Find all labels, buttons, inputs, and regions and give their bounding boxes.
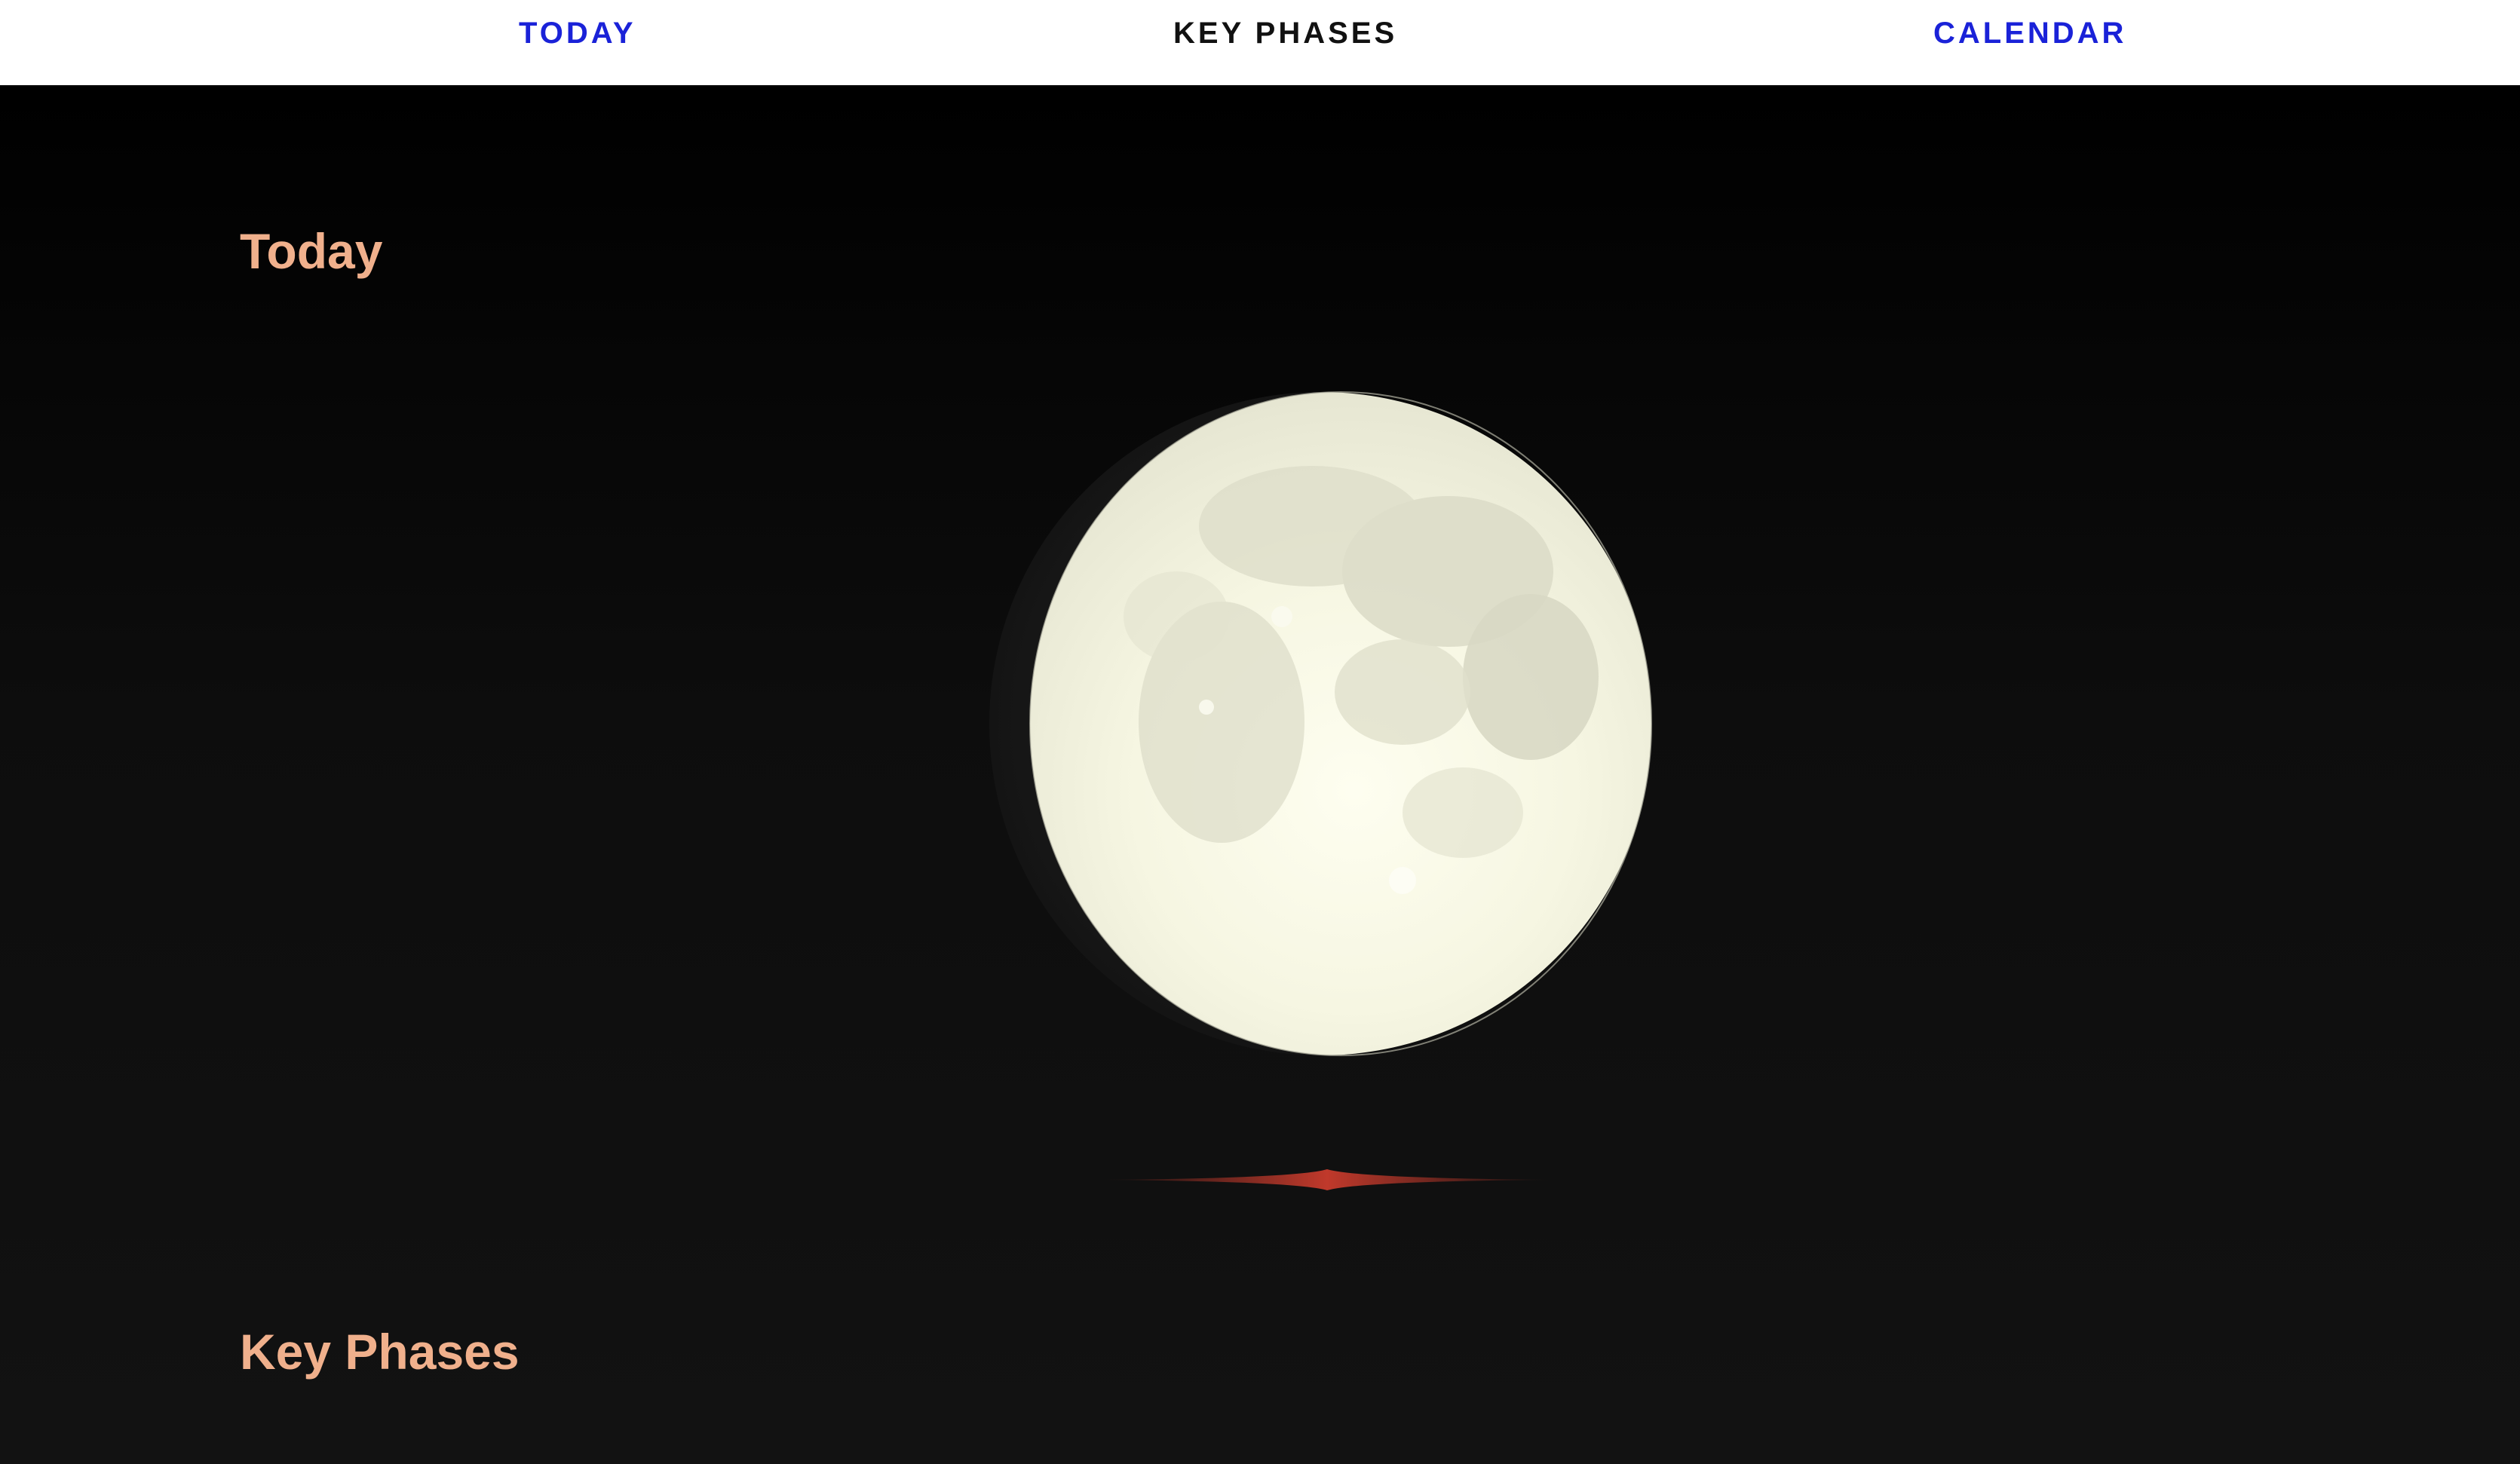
diamond-divider-icon bbox=[1101, 1169, 1553, 1190]
moon-stage: Today Key Phases bbox=[0, 85, 2520, 1464]
diamond-divider bbox=[1101, 1157, 1553, 1202]
nav-calendar-link[interactable]: CALENDAR bbox=[1933, 15, 2126, 51]
moon-image bbox=[980, 391, 1659, 1069]
moon-phase-icon bbox=[989, 391, 1653, 1056]
key-phases-heading: Key Phases bbox=[240, 1324, 520, 1380]
nav-today-link[interactable]: TODAY bbox=[519, 15, 636, 51]
today-heading: Today bbox=[240, 223, 383, 279]
top-navigation: TODAY KEY PHASES CALENDAR bbox=[0, 0, 2520, 85]
nav-key-phases-link[interactable]: KEY PHASES bbox=[1173, 15, 1397, 51]
